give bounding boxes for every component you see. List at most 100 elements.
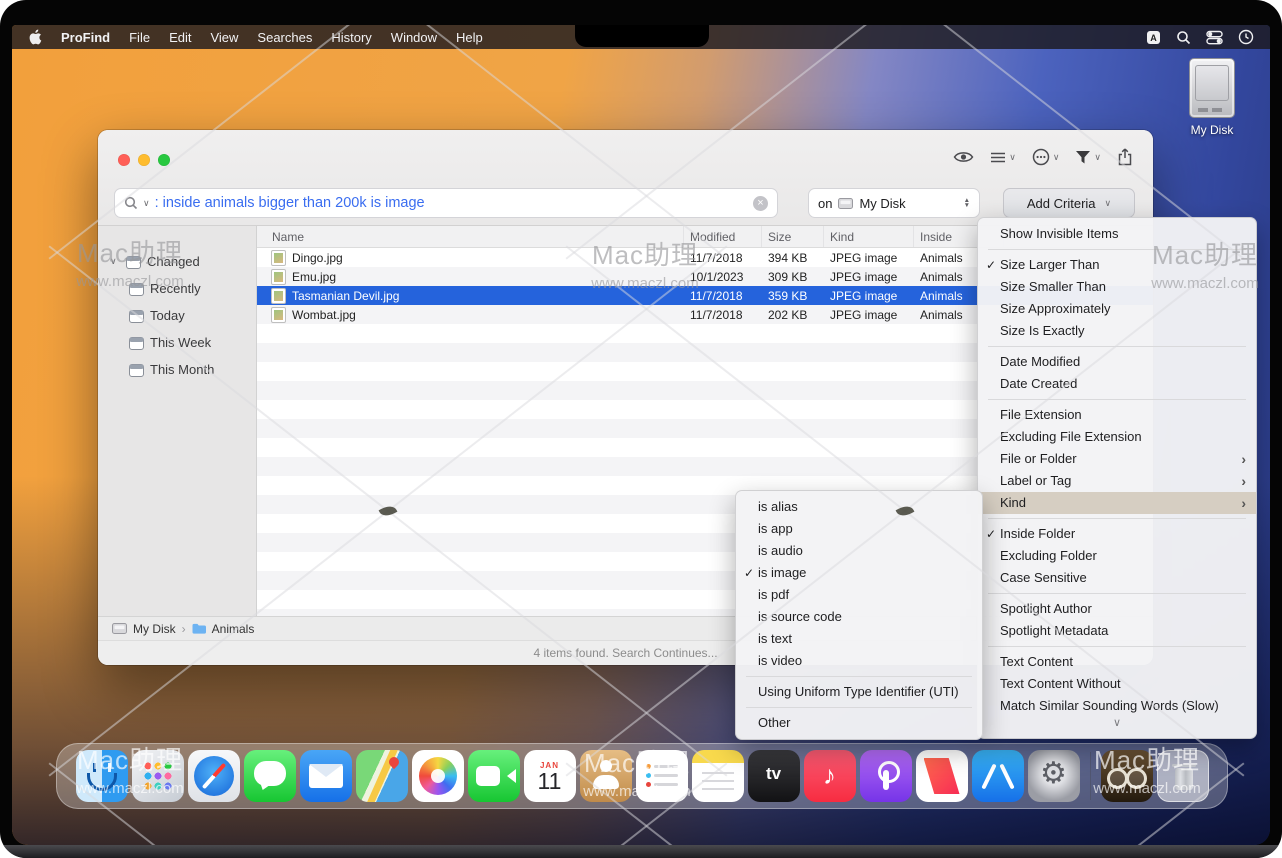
- submenu-item-uti[interactable]: ✓Using Uniform Type Identifier (UTI): [736, 681, 982, 703]
- menu-item-file-extension[interactable]: ✓File Extension›: [978, 404, 1256, 426]
- dock-trash-icon[interactable]: [1157, 750, 1209, 802]
- dock-notes-icon[interactable]: [692, 750, 744, 802]
- sidebar-item-this-week[interactable]: This Week: [98, 329, 256, 356]
- share-icon[interactable]: [1117, 148, 1133, 166]
- menu-item-size-smaller-than[interactable]: ✓Size Smaller Than›: [978, 276, 1256, 298]
- dock-podcasts-icon[interactable]: [860, 750, 912, 802]
- menu-item-text-content-without[interactable]: ✓Text Content Without›: [978, 673, 1256, 695]
- menu-window[interactable]: Window: [391, 30, 437, 45]
- menu-item-excluding-file-extension[interactable]: ✓Excluding File Extension›: [978, 426, 1256, 448]
- submenu-item-is-audio[interactable]: ✓is audio: [736, 540, 982, 562]
- dock-reminders-icon[interactable]: [636, 750, 688, 802]
- submenu-item-is-source-code[interactable]: ✓is source code: [736, 606, 982, 628]
- menu-item-size-is-exactly[interactable]: ✓Size Is Exactly›: [978, 320, 1256, 342]
- menu-edit[interactable]: Edit: [169, 30, 191, 45]
- sidebar-item-recently[interactable]: Recently: [98, 275, 256, 302]
- column-header-size[interactable]: Size: [762, 226, 824, 247]
- submenu-item-is-alias[interactable]: ✓is alias: [736, 496, 982, 518]
- menu-item-case-sensitive[interactable]: ✓Case Sensitive›: [978, 567, 1256, 589]
- menu-item-label: Show Invisible Items: [1000, 226, 1119, 241]
- search-input[interactable]: ∨ : inside animals bigger than 200k is i…: [114, 188, 778, 218]
- disclosure-chevron-icon[interactable]: ∨: [110, 256, 120, 267]
- search-scope-select[interactable]: on My Disk ▲▼: [808, 188, 980, 218]
- menu-item-size-approximately[interactable]: ✓Size Approximately›: [978, 298, 1256, 320]
- menu-item-date-modified[interactable]: ✓Date Modified›: [978, 351, 1256, 373]
- menu-item-text-content[interactable]: ✓Text Content›: [978, 651, 1256, 673]
- submenu-item-is-image[interactable]: ✓is image: [736, 562, 982, 584]
- column-header-kind[interactable]: Kind: [824, 226, 914, 247]
- submenu-item-is-text[interactable]: ✓is text: [736, 628, 982, 650]
- dock-app-store-icon[interactable]: [972, 750, 1024, 802]
- chevron-down-icon[interactable]: ∨: [143, 198, 150, 209]
- path-folder[interactable]: Animals: [212, 622, 255, 636]
- menu-searches[interactable]: Searches: [257, 30, 312, 45]
- sidebar-item-this-month[interactable]: This Month: [98, 356, 256, 383]
- sidebar-item-today[interactable]: Today: [98, 302, 256, 329]
- menu-item-label: File Extension: [1000, 407, 1082, 422]
- menu-item-file-or-folder[interactable]: ✓File or Folder›: [978, 448, 1256, 470]
- column-header-modified[interactable]: Modified: [684, 226, 762, 247]
- dock-contacts-icon[interactable]: [580, 750, 632, 802]
- menu-scroll-down-icon[interactable]: ∨: [978, 717, 1256, 733]
- dock-finder-icon[interactable]: [76, 750, 128, 802]
- more-options-icon[interactable]: ∨: [1032, 148, 1060, 166]
- path-disk[interactable]: My Disk: [133, 622, 176, 636]
- menu-separator: [988, 518, 1246, 519]
- menu-item-show-invisible-items[interactable]: ✓Show Invisible Items›: [978, 223, 1256, 245]
- submenu-item-is-pdf[interactable]: ✓is pdf: [736, 584, 982, 606]
- menu-item-size-larger-than[interactable]: ✓Size Larger Than›: [978, 254, 1256, 276]
- submenu-item-is-app[interactable]: ✓is app: [736, 518, 982, 540]
- input-source-icon[interactable]: A: [1146, 30, 1161, 45]
- submenu-item-is-video[interactable]: ✓is video: [736, 650, 982, 672]
- desktop-disk[interactable]: My Disk: [1170, 58, 1254, 137]
- menu-item-inside-folder[interactable]: ✓Inside Folder›: [978, 523, 1256, 545]
- apple-menu-icon[interactable]: [28, 29, 42, 45]
- submenu-item-other[interactable]: ✓Other: [736, 712, 982, 734]
- menu-file[interactable]: File: [129, 30, 150, 45]
- menu-item-excluding-folder[interactable]: ✓Excluding Folder›: [978, 545, 1256, 567]
- column-header-name[interactable]: Name: [257, 226, 684, 247]
- menu-item-label: Text Content: [1000, 654, 1073, 669]
- dock-system-settings-icon[interactable]: [1028, 750, 1080, 802]
- view-options-icon[interactable]: ∨: [990, 151, 1016, 164]
- spotlight-search-icon[interactable]: [1176, 30, 1191, 45]
- dock-launchpad-icon[interactable]: [132, 750, 184, 802]
- menu-history[interactable]: History: [331, 30, 371, 45]
- close-button[interactable]: [118, 154, 130, 166]
- sidebar-item-changed[interactable]: ∨ Changed: [98, 248, 256, 275]
- dock-tv-icon[interactable]: tv: [748, 750, 800, 802]
- minimize-button[interactable]: [138, 154, 150, 166]
- menu-view[interactable]: View: [210, 30, 238, 45]
- image-file-icon: [271, 307, 286, 323]
- clock-icon[interactable]: [1238, 29, 1254, 45]
- menu-item-spotlight-metadata[interactable]: ✓Spotlight Metadata›: [978, 620, 1256, 642]
- dock-safari-icon[interactable]: [188, 750, 240, 802]
- dock-mail-icon[interactable]: [300, 750, 352, 802]
- file-size: 359 KB: [762, 289, 824, 303]
- menu-item-match-similar-sounding-words[interactable]: ✓Match Similar Sounding Words (Slow)›: [978, 695, 1256, 717]
- menu-separator: [988, 593, 1246, 594]
- control-center-icon[interactable]: [1206, 30, 1223, 45]
- dock-photos-icon[interactable]: [412, 750, 464, 802]
- dock-profind-icon[interactable]: [1101, 750, 1153, 802]
- menu-item-label: Size Approximately: [1000, 301, 1111, 316]
- menu-bar-app-name[interactable]: ProFind: [61, 30, 110, 45]
- dock-maps-icon[interactable]: [356, 750, 408, 802]
- quick-actions-icon[interactable]: ∨: [1075, 150, 1101, 165]
- dock-music-icon[interactable]: [804, 750, 856, 802]
- menu-item-kind[interactable]: ✓Kind›: [978, 492, 1256, 514]
- menu-item-date-created[interactable]: ✓Date Created›: [978, 373, 1256, 395]
- status-text: 4 items found. Search Continues...: [533, 646, 717, 660]
- add-criteria-button[interactable]: Add Criteria ∨: [1003, 188, 1135, 218]
- zoom-button[interactable]: [158, 154, 170, 166]
- dock-messages-icon[interactable]: [244, 750, 296, 802]
- dock-news-icon[interactable]: [916, 750, 968, 802]
- dock-calendar-icon[interactable]: JAN 11: [524, 750, 576, 802]
- preview-eye-icon[interactable]: [953, 150, 974, 164]
- menu-item-label-or-tag[interactable]: ✓Label or Tag›: [978, 470, 1256, 492]
- folder-icon: [192, 623, 206, 634]
- menu-item-spotlight-author[interactable]: ✓Spotlight Author›: [978, 598, 1256, 620]
- dock-facetime-icon[interactable]: [468, 750, 520, 802]
- menu-help[interactable]: Help: [456, 30, 483, 45]
- clear-search-icon[interactable]: ×: [753, 196, 768, 211]
